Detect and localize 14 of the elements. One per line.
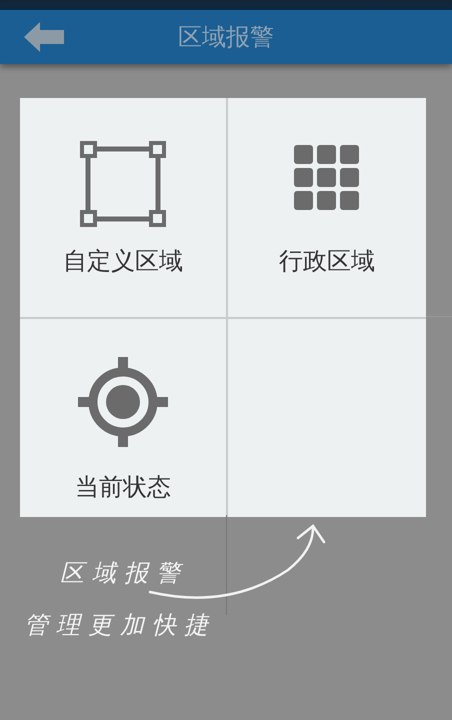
selection-square-icon — [80, 141, 166, 227]
screen-title: 区域报警 — [177, 22, 275, 53]
crosshair-icon — [78, 357, 168, 447]
hint-text: 区域报警 — [60, 559, 189, 587]
tile-label: 行政区域 — [279, 246, 375, 277]
tile-label: 自定义区域 — [63, 246, 183, 277]
tile-label: 当前状态 — [75, 472, 171, 503]
back-arrow-icon — [24, 21, 64, 53]
menu-tile[interactable]: 当前状态 — [20, 319, 226, 517]
hint-text: 管理更加快捷 — [24, 611, 217, 639]
grid-icon — [294, 145, 360, 211]
menu-tile[interactable]: 行政区域 — [228, 98, 426, 317]
menu-tile[interactable]: 自定义区域 — [20, 98, 226, 317]
back-button[interactable] — [24, 21, 64, 53]
